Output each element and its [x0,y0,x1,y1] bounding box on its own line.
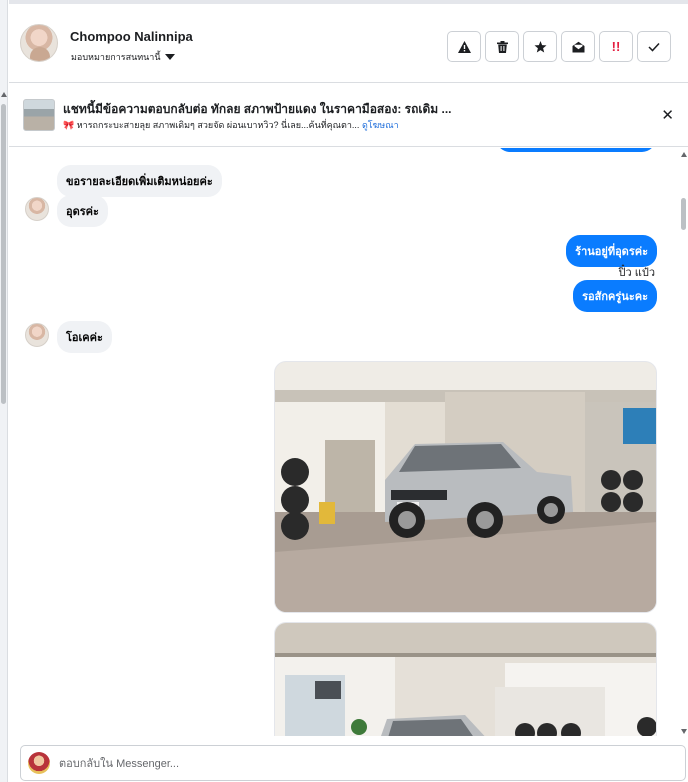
ad-subtitle: หารถกระบะสายลุย สภาพเดิมๆ สวยจัด ผ่อนเบา… [76,120,360,130]
envelope-open-icon [572,41,584,52]
delete-button[interactable] [485,31,519,62]
assign-label: มอบหมายการสนทนานี้ [71,52,161,62]
ad-title: แชทนี้มีข้อความตอบกลับต่อ ทักลย สภาพป้าย… [63,102,452,116]
check-icon [648,42,660,52]
message-bubble-outgoing-partial [496,148,656,152]
ad-subtitle-row: 🎀 หารถกระบะสายลุย สภาพเดิมๆ สวยจัด ผ่อนเ… [63,118,399,132]
message-photo[interactable] [274,361,657,613]
warning-icon [457,40,471,53]
page-avatar [28,752,50,774]
sender-avatar[interactable] [25,323,49,347]
pickup-truck-photo [275,623,656,736]
scroll-up-arrow-icon[interactable] [681,152,687,157]
action-toolbar: !! [447,31,671,62]
trash-icon [496,40,508,53]
ad-thumbnail[interactable] [23,99,55,131]
chat-scrollbar[interactable] [680,148,688,736]
left-scrollbar-thumb[interactable] [1,104,6,404]
left-scrollbar[interactable] [0,0,8,782]
sender-name: ปิ๋ว แป๋ว [618,267,655,279]
message-thread[interactable]: ขอรายละเอียดเพิ่มเติมหน่อยค่ะ อุดรค่ะ ร้… [9,148,688,736]
view-ad-link[interactable]: ดูโฆษณา [362,120,399,130]
ad-context-banner[interactable]: แชทนี้มีข้อความตอบกลับต่อ ทักลย สภาพป้าย… [9,84,688,147]
assign-conversation-dropdown[interactable]: มอบหมายการสนทนานี้ [71,50,175,64]
done-button[interactable] [637,31,671,62]
reply-composer [20,745,686,781]
pickup-truck-photo [275,362,656,612]
message-bubble-incoming: ขอรายละเอียดเพิ่มเติมหน่อยค่ะ [57,165,222,197]
scroll-down-arrow-icon[interactable] [681,729,687,734]
double-exclamation-icon: !! [611,39,621,54]
follow-up-button[interactable]: !! [599,31,633,62]
message-bubble-outgoing: รอสักครู่นะคะ [573,280,657,312]
chat-scrollbar-thumb[interactable] [681,198,686,230]
close-icon[interactable]: ✕ [661,106,674,124]
message-bubble-incoming: อุดรค่ะ [57,195,108,227]
star-icon [534,40,546,52]
contact-name[interactable]: Chompoo Nalinnipa [70,29,193,44]
mark-unread-button[interactable] [561,31,595,62]
star-button[interactable] [523,31,557,62]
reply-input[interactable] [59,754,659,774]
conversation-header: Chompoo Nalinnipa มอบหมายการสนทนานี้ !! [9,0,688,83]
ribbon-icon: 🎀 [63,120,75,130]
caret-down-icon [164,54,175,60]
contact-avatar[interactable] [20,24,58,62]
message-photo[interactable] [274,622,657,736]
message-bubble-incoming: โอเคค่ะ [57,321,112,353]
spam-button[interactable] [447,31,481,62]
scroll-up-arrow-icon[interactable] [1,92,7,97]
sender-avatar[interactable] [25,197,49,221]
